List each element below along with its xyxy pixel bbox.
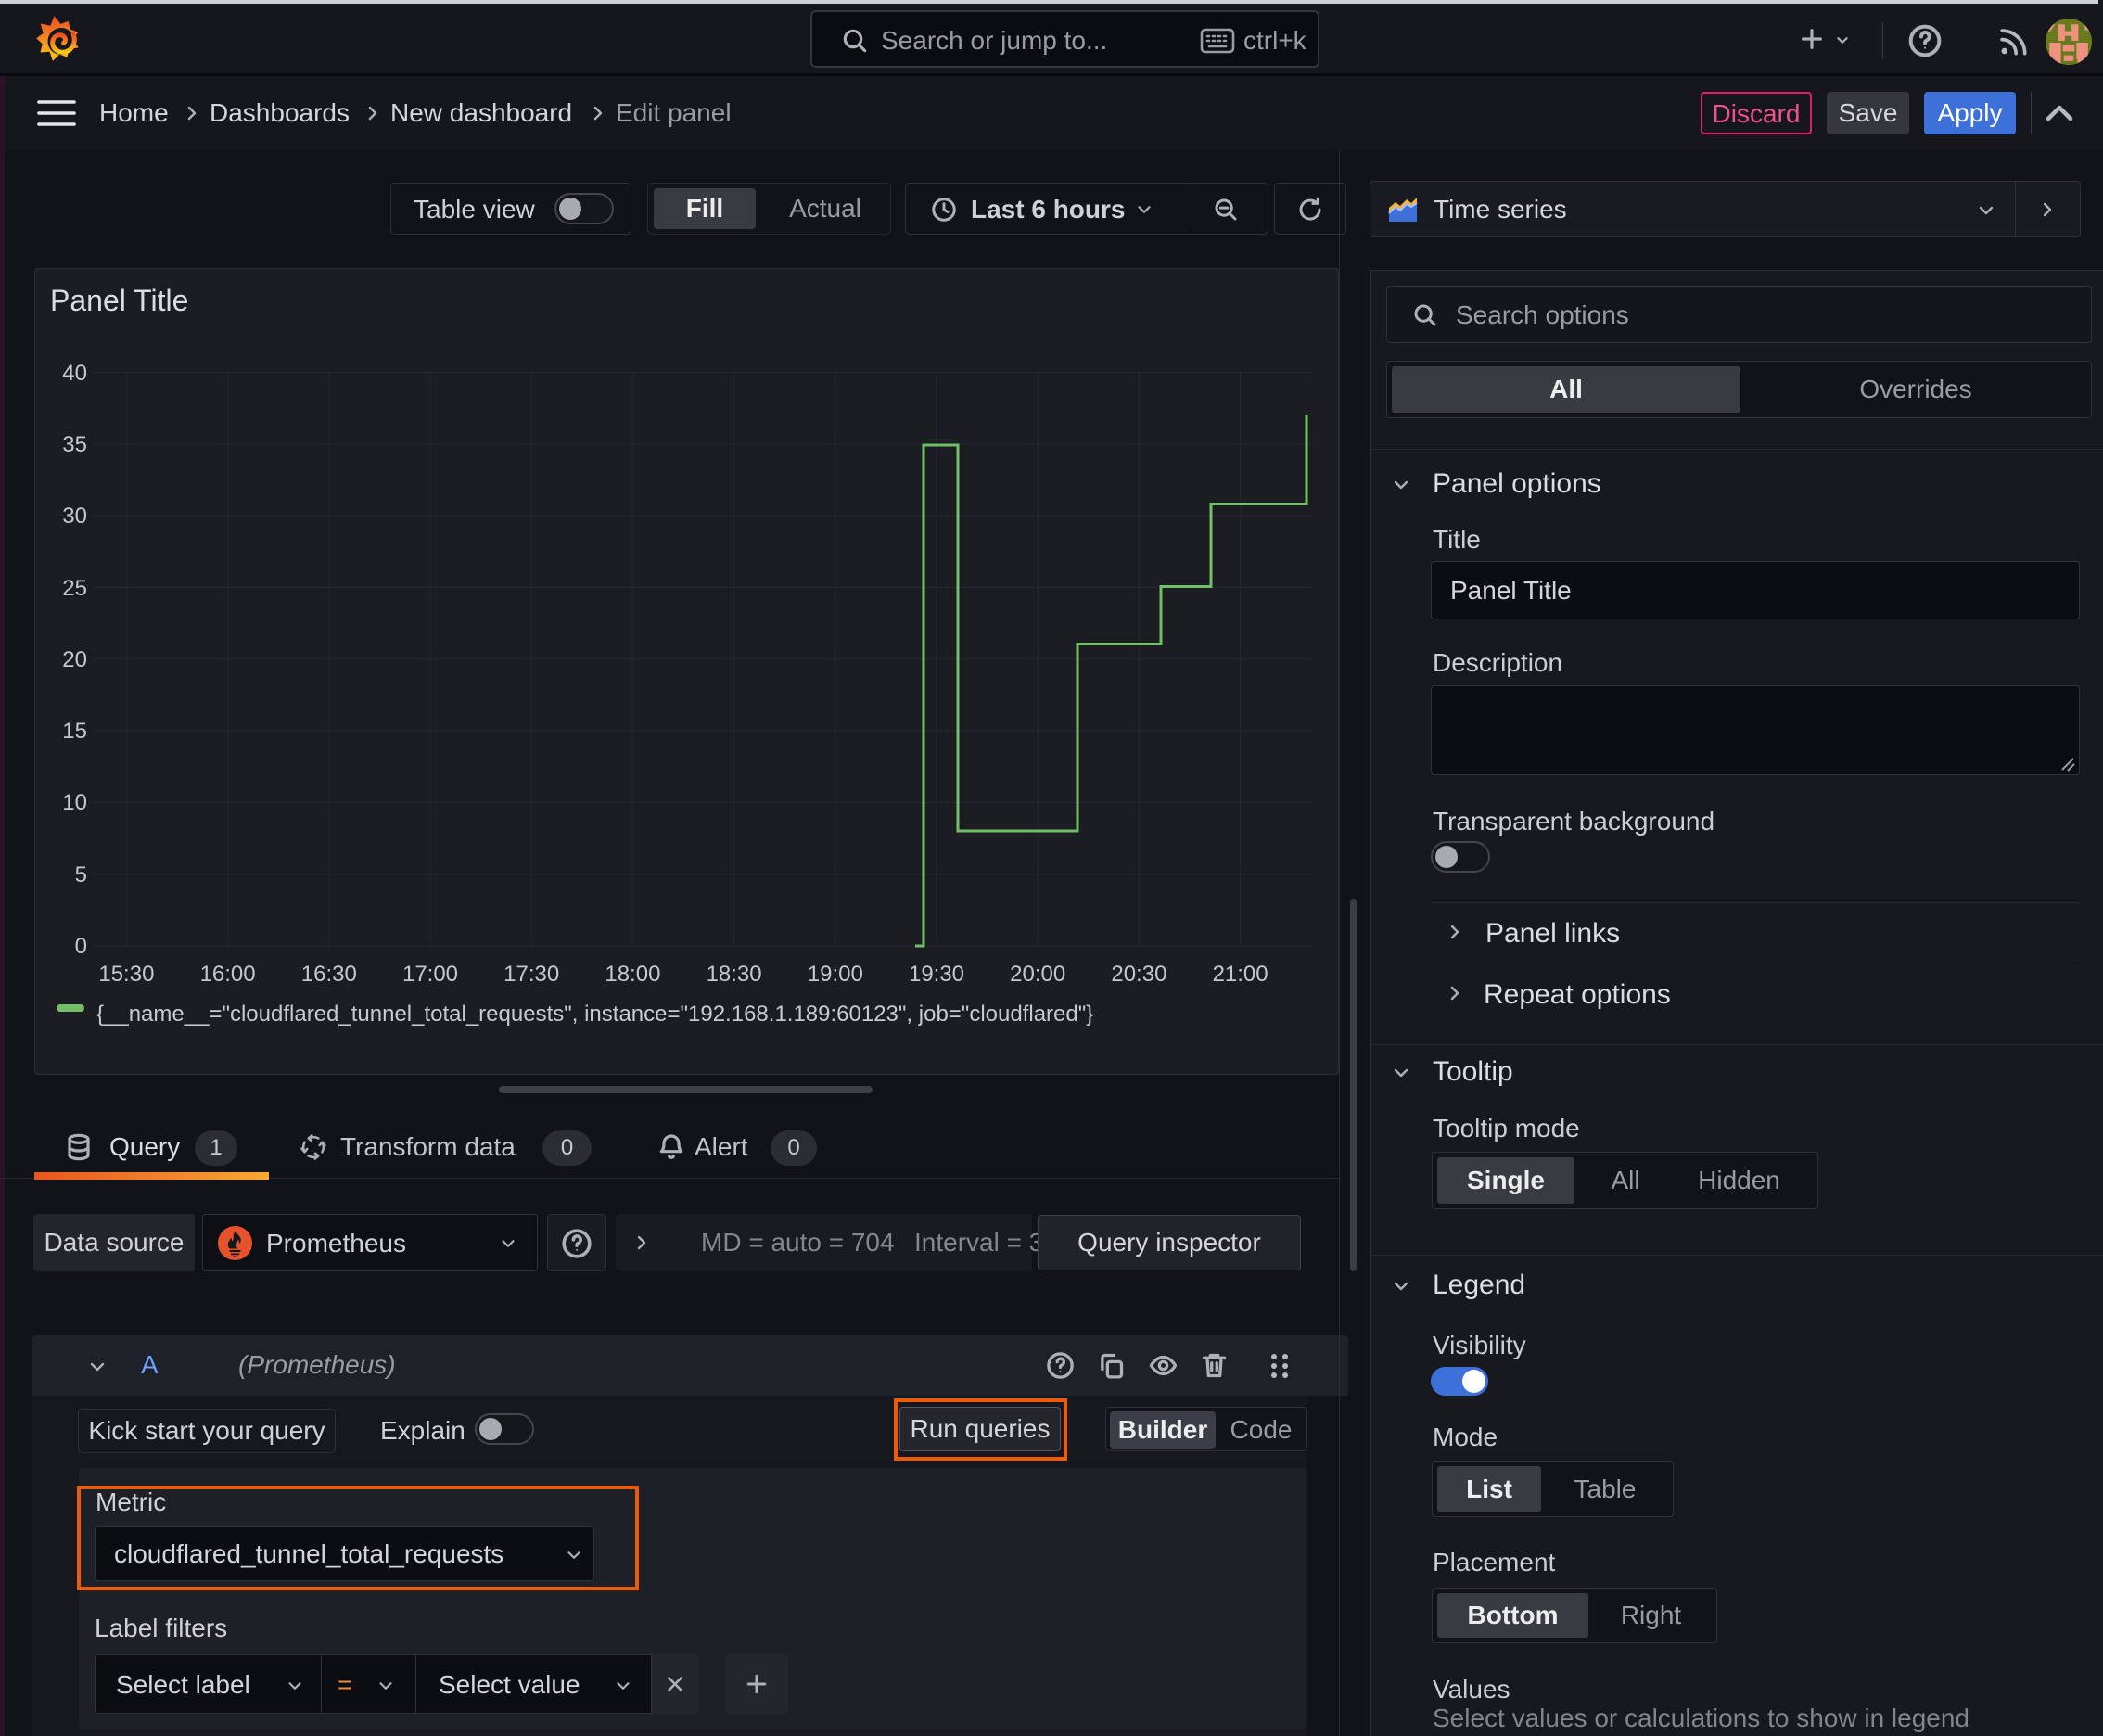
svg-text:40: 40 xyxy=(62,361,87,386)
svg-text:21:00: 21:00 xyxy=(1213,962,1268,987)
svg-text:0: 0 xyxy=(75,934,87,959)
svg-text:17:00: 17:00 xyxy=(402,962,458,987)
svg-text:25: 25 xyxy=(62,576,87,601)
svg-text:17:30: 17:30 xyxy=(503,962,559,987)
svg-text:30: 30 xyxy=(62,504,87,529)
svg-text:20: 20 xyxy=(62,647,87,672)
svg-text:15: 15 xyxy=(62,719,87,744)
svg-text:20:30: 20:30 xyxy=(1111,962,1166,987)
svg-text:5: 5 xyxy=(75,862,87,887)
svg-text:19:30: 19:30 xyxy=(909,962,964,987)
svg-text:35: 35 xyxy=(62,432,87,457)
svg-text:18:30: 18:30 xyxy=(707,962,762,987)
svg-text:16:30: 16:30 xyxy=(301,962,357,987)
svg-text:16:00: 16:00 xyxy=(200,962,256,987)
svg-text:15:30: 15:30 xyxy=(98,962,154,987)
svg-text:{__name__="cloudflared_tunnel_: {__name__="cloudflared_tunnel_total_requ… xyxy=(96,1002,1093,1027)
svg-text:10: 10 xyxy=(62,790,87,815)
svg-text:18:00: 18:00 xyxy=(605,962,660,987)
svg-text:19:00: 19:00 xyxy=(808,962,863,987)
svg-text:20:00: 20:00 xyxy=(1010,962,1065,987)
